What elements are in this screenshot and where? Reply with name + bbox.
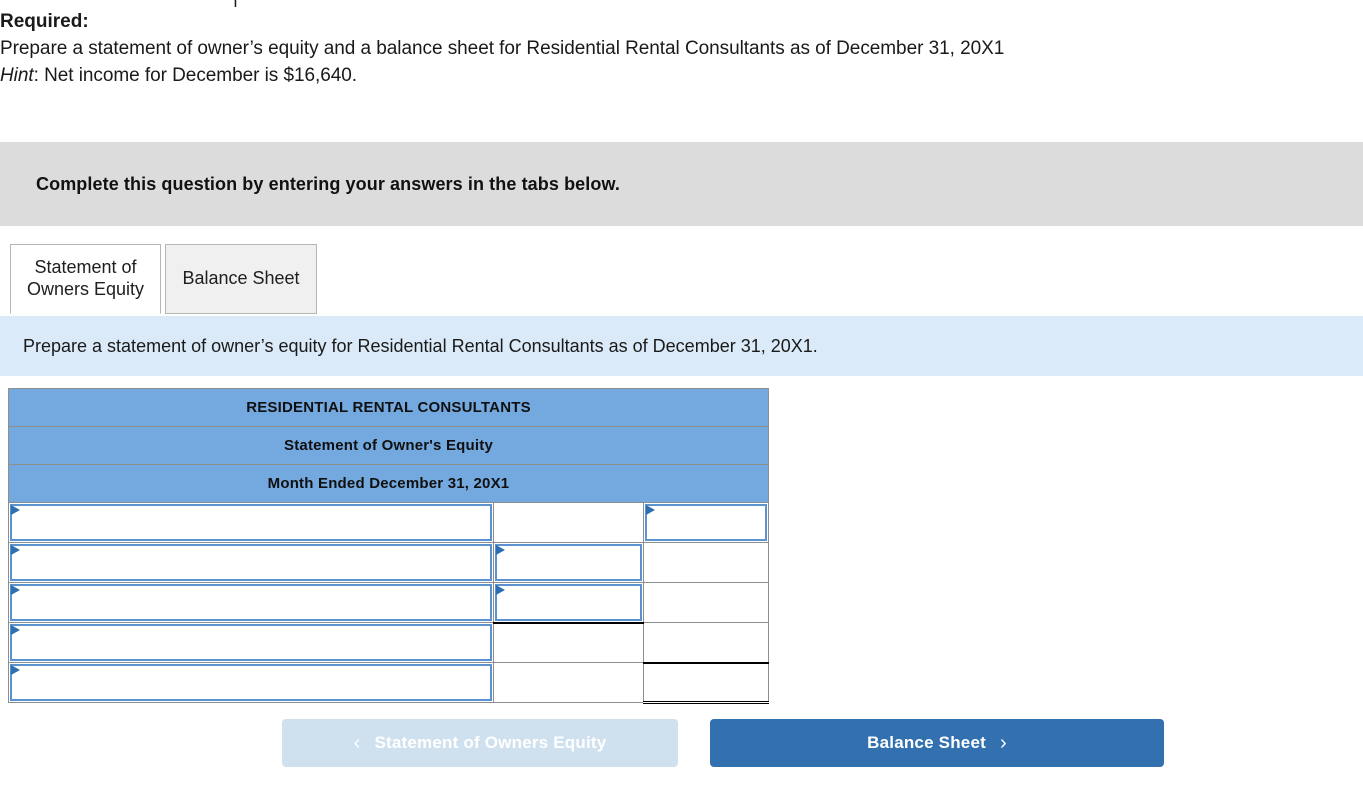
- tab-balance-sheet-label: Balance Sheet: [182, 268, 300, 289]
- input-box-r1c1[interactable]: [10, 504, 492, 541]
- tab-statement-of-owners-equity-label: Statement of Owners Equity: [26, 257, 145, 299]
- question-page: | Required: Prepare a statement of owner…: [0, 0, 1363, 802]
- hint-text: Net income for December is $16,640.: [44, 65, 358, 86]
- tab-statement-of-owners-equity[interactable]: Statement of Owners Equity: [10, 244, 161, 314]
- cell-r3c1[interactable]: [8, 582, 494, 623]
- complete-question-banner: Complete this question by entering your …: [0, 142, 1363, 226]
- next-button-label: Balance Sheet: [867, 733, 986, 752]
- cell-r1c3[interactable]: [642, 502, 770, 543]
- cell-r4c1[interactable]: [8, 622, 494, 663]
- required-hint-line: Hint: Net income for December is $16,640…: [0, 66, 1363, 85]
- tab-strip: Statement of Owners Equity Balance Sheet: [0, 244, 1363, 316]
- cell-r5c3[interactable]: [642, 662, 770, 704]
- tab-instruction-text: Prepare a statement of owner’s equity fo…: [23, 335, 818, 356]
- worksheet-input-r5c1[interactable]: [12, 666, 490, 699]
- cell-r2c2[interactable]: [493, 542, 644, 583]
- worksheet-company-name: RESIDENTIAL RENTAL CONSULTANTS: [7, 388, 770, 427]
- tab-balance-sheet[interactable]: Balance Sheet: [165, 244, 317, 314]
- worksheet-input-r4c1[interactable]: [12, 626, 490, 659]
- input-box-r3c2[interactable]: [495, 584, 642, 621]
- cell-r2c3[interactable]: [642, 542, 770, 583]
- worksheet-input-r3c2[interactable]: [497, 586, 640, 619]
- hint-separator: :: [33, 65, 45, 86]
- worksheet-input-r2c1[interactable]: [12, 546, 490, 579]
- worksheet-header-row: Month Ended December 31, 20X1: [7, 464, 770, 503]
- cell-r3c3[interactable]: [642, 582, 770, 623]
- input-box-r3c1[interactable]: [10, 584, 492, 621]
- worksheet-input-r1c3[interactable]: [647, 506, 766, 539]
- tab-instruction-bar: Prepare a statement of owner’s equity fo…: [0, 316, 1363, 376]
- worksheet-input-r2c2[interactable]: [497, 546, 640, 579]
- input-box-r2c1[interactable]: [10, 544, 492, 581]
- worksheet-header-row: RESIDENTIAL RENTAL CONSULTANTS: [7, 388, 770, 427]
- chevron-right-icon: ›: [999, 732, 1007, 754]
- cell-r3c2[interactable]: [493, 582, 644, 624]
- input-box-r5c1[interactable]: [10, 664, 492, 701]
- statement-of-owners-equity-worksheet: RESIDENTIAL RENTAL CONSULTANTS Statement…: [7, 388, 770, 704]
- worksheet-statement-title: Statement of Owner's Equity: [7, 426, 770, 465]
- table-row: [8, 542, 770, 583]
- cell-r4c3[interactable]: [642, 622, 770, 664]
- table-row: [8, 502, 770, 543]
- input-box-r4c1[interactable]: [10, 624, 492, 661]
- prev-button-label: Statement of Owners Equity: [374, 733, 607, 752]
- prev-statement-of-owners-equity-button[interactable]: ‹ Statement of Owners Equity: [282, 719, 678, 767]
- clipped-top-text: |: [233, 0, 238, 9]
- table-row: [8, 582, 770, 624]
- cell-r5c1[interactable]: [8, 662, 494, 703]
- required-label: Required:: [0, 11, 89, 32]
- next-balance-sheet-button[interactable]: Balance Sheet ›: [710, 719, 1164, 767]
- cell-r5c2[interactable]: [493, 662, 644, 703]
- table-row: [8, 662, 770, 704]
- worksheet-period: Month Ended December 31, 20X1: [7, 464, 770, 503]
- cell-r2c1[interactable]: [8, 542, 494, 583]
- hint-label: Hint: [0, 65, 34, 86]
- complete-question-banner-text: Complete this question by entering your …: [36, 173, 621, 194]
- cell-r4c2[interactable]: [493, 622, 644, 663]
- input-box-r1c3[interactable]: [645, 504, 768, 541]
- chevron-left-icon: ‹: [353, 732, 361, 754]
- required-instruction-line: Prepare a statement of owner’s equity an…: [0, 38, 1005, 59]
- input-box-r2c2[interactable]: [495, 544, 642, 581]
- cell-r1c1[interactable]: [8, 502, 494, 543]
- worksheet-input-r3c1[interactable]: [12, 586, 490, 619]
- table-row: [8, 622, 770, 664]
- worksheet-header-row: Statement of Owner's Equity: [7, 426, 770, 465]
- worksheet-input-r1c1[interactable]: [12, 506, 490, 539]
- cell-r1c2[interactable]: [493, 502, 644, 543]
- required-section: Required: Prepare a statement of owner’s…: [0, 12, 1363, 93]
